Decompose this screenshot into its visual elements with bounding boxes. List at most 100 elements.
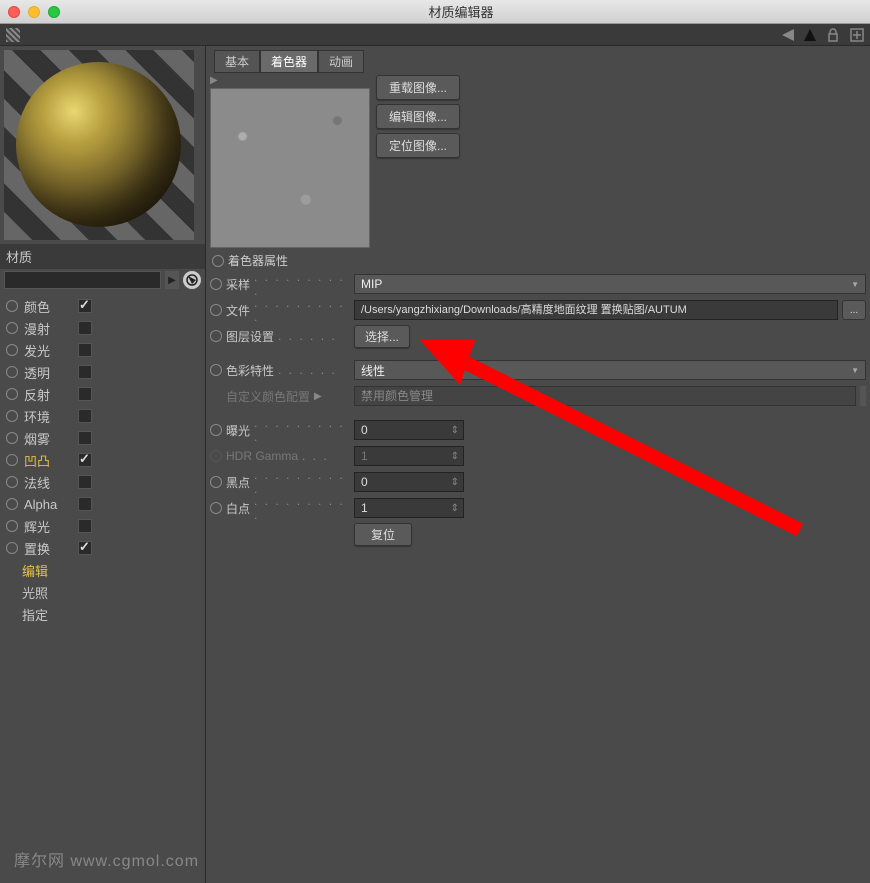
back-arrow-icon[interactable] xyxy=(782,29,794,41)
channel-checkbox[interactable] xyxy=(78,387,92,401)
hdrgamma-toggle xyxy=(210,450,222,462)
channel-checkbox[interactable] xyxy=(78,365,92,379)
colorprofile-label: 色彩特性 xyxy=(226,362,274,379)
subitem-assign[interactable]: 指定 xyxy=(0,603,205,625)
texture-preview[interactable] xyxy=(210,88,370,248)
shader-properties-header: 着色器属性 xyxy=(212,252,866,269)
new-icon[interactable] xyxy=(850,28,864,42)
channel-checkbox[interactable] xyxy=(78,409,92,423)
channel-luminance[interactable]: 发光 xyxy=(0,339,205,361)
channel-label: 辉光 xyxy=(24,517,72,536)
channel-list: 颜色 漫射 发光 透明 反射 环境 烟雾 凹凸 法线 Alpha 辉光 置换 编… xyxy=(0,291,205,629)
edit-image-button[interactable]: 编辑图像... xyxy=(376,104,460,129)
channel-checkbox[interactable] xyxy=(78,431,92,445)
channel-normal[interactable]: 法线 xyxy=(0,471,205,493)
material-menu-arrow-icon[interactable]: ▶ xyxy=(165,271,179,289)
channel-checkbox[interactable] xyxy=(78,343,92,357)
channel-bump[interactable]: 凹凸 xyxy=(0,449,205,471)
customcolor-stepper xyxy=(860,386,866,406)
channel-checkbox[interactable] xyxy=(78,321,92,335)
channel-glow[interactable]: 辉光 xyxy=(0,515,205,537)
channel-checkbox[interactable] xyxy=(78,453,92,467)
hdrgamma-spinner: 1 xyxy=(354,446,464,466)
channel-checkbox[interactable] xyxy=(78,541,92,555)
channel-fog[interactable]: 烟雾 xyxy=(0,427,205,449)
file-browse-button[interactable]: ... xyxy=(842,300,866,320)
colorprofile-dropdown[interactable]: 线性 xyxy=(354,360,866,380)
whitepoint-toggle[interactable] xyxy=(210,502,222,514)
section-toggle-icon[interactable] xyxy=(212,255,224,267)
channel-label: 漫射 xyxy=(24,319,72,338)
channel-checkbox[interactable] xyxy=(78,475,92,489)
channel-environment[interactable]: 环境 xyxy=(0,405,205,427)
channel-label: 凹凸 xyxy=(24,451,72,470)
channel-reflection[interactable]: 反射 xyxy=(0,383,205,405)
channel-radio-icon[interactable] xyxy=(6,498,18,510)
sampling-dropdown[interactable]: MIP xyxy=(354,274,866,294)
customcolor-field: 禁用颜色管理 xyxy=(354,386,856,406)
right-panel: 基本着色器动画 ▶ 重载图像... 编辑图像... 定位图像... 着色器属性 … xyxy=(206,46,870,883)
channel-checkbox[interactable] xyxy=(78,519,92,533)
channel-label: Alpha xyxy=(24,497,72,512)
layerset-toggle[interactable] xyxy=(210,330,222,342)
subitem-illumination[interactable]: 光照 xyxy=(0,581,205,603)
channel-displacement[interactable]: 置换 xyxy=(0,537,205,559)
layerset-select-button[interactable]: 选择... xyxy=(354,325,410,348)
reload-image-button[interactable]: 重载图像... xyxy=(376,75,460,100)
preview-sphere xyxy=(16,62,181,227)
tab-shader[interactable]: 着色器 xyxy=(260,50,318,73)
left-panel: 材质 ▶ 颜色 漫射 发光 透明 反射 环境 烟雾 凹凸 法线 Alpha 辉光… xyxy=(0,46,206,883)
exposure-label: 曝光 xyxy=(226,422,250,439)
watermark-text: 摩尔网 www.cgmol.com xyxy=(14,847,199,871)
reset-button[interactable]: 复位 xyxy=(354,523,412,546)
subitem-edit[interactable]: 编辑 xyxy=(0,559,205,581)
file-path-field[interactable]: /Users/yangzhixiang/Downloads/高精度地面纹理 置换… xyxy=(354,300,838,320)
customcolor-label: 自定义颜色配置 xyxy=(226,388,310,405)
close-window-button[interactable] xyxy=(8,6,20,18)
material-name-field[interactable] xyxy=(4,271,161,289)
channel-radio-icon[interactable] xyxy=(6,388,18,400)
channel-radio-icon[interactable] xyxy=(6,520,18,532)
blackpoint-spinner[interactable]: 0 xyxy=(354,472,464,492)
pick-icon[interactable] xyxy=(183,271,201,289)
channel-radio-icon[interactable] xyxy=(6,322,18,334)
tab-basic[interactable]: 基本 xyxy=(214,50,260,73)
tab-animation[interactable]: 动画 xyxy=(318,50,364,73)
exposure-toggle[interactable] xyxy=(210,424,222,436)
layerset-label: 图层设置 xyxy=(226,328,274,345)
channel-radio-icon[interactable] xyxy=(6,454,18,466)
sampling-toggle[interactable] xyxy=(210,278,222,290)
file-toggle[interactable] xyxy=(210,304,222,316)
minimize-window-button[interactable] xyxy=(28,6,40,18)
channel-radio-icon[interactable] xyxy=(6,432,18,444)
window-title: 材质编辑器 xyxy=(60,2,862,21)
channel-alpha[interactable]: Alpha xyxy=(0,493,205,515)
lock-icon[interactable] xyxy=(826,28,840,42)
zoom-window-button[interactable] xyxy=(48,6,60,18)
channel-radio-icon[interactable] xyxy=(6,476,18,488)
channel-radio-icon[interactable] xyxy=(6,344,18,356)
material-preview[interactable] xyxy=(4,50,194,240)
channel-color[interactable]: 颜色 xyxy=(0,295,205,317)
hdrgamma-label: HDR Gamma xyxy=(226,449,298,463)
exposure-spinner[interactable]: 0 xyxy=(354,420,464,440)
locate-image-button[interactable]: 定位图像... xyxy=(376,133,460,158)
channel-checkbox[interactable] xyxy=(78,497,92,511)
channel-radio-icon[interactable] xyxy=(6,542,18,554)
channel-radio-icon[interactable] xyxy=(6,410,18,422)
subitem-label: 编辑 xyxy=(22,561,48,580)
up-arrow-icon[interactable] xyxy=(804,29,816,41)
subitem-label: 光照 xyxy=(22,583,48,602)
channel-radio-icon[interactable] xyxy=(6,300,18,312)
blackpoint-toggle[interactable] xyxy=(210,476,222,488)
channel-label: 置换 xyxy=(24,539,72,558)
channel-label: 环境 xyxy=(24,407,72,426)
grid-icon[interactable] xyxy=(6,28,20,42)
channel-radio-icon[interactable] xyxy=(6,366,18,378)
traffic-lights xyxy=(8,6,60,18)
whitepoint-spinner[interactable]: 1 xyxy=(354,498,464,518)
channel-checkbox[interactable] xyxy=(78,299,92,313)
channel-diffuse[interactable]: 漫射 xyxy=(0,317,205,339)
colorprofile-toggle[interactable] xyxy=(210,364,222,376)
channel-transparency[interactable]: 透明 xyxy=(0,361,205,383)
